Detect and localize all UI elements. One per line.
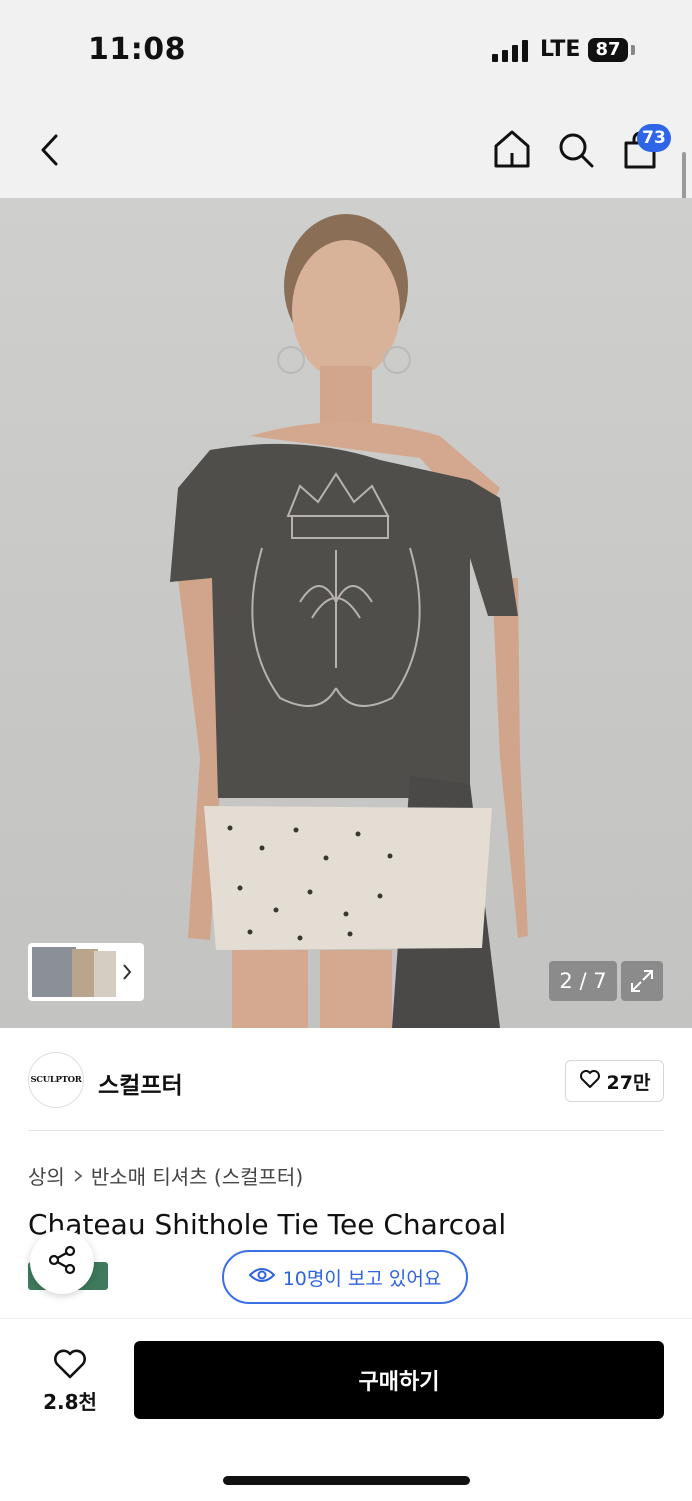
brand-like-count: 27만 <box>606 1071 651 1094</box>
wishlist-heart-icon[interactable] <box>50 1346 90 1382</box>
thumbnail-strip[interactable] <box>28 943 144 1001</box>
image-counter: 2 / 7 <box>549 961 617 1001</box>
battery-tip <box>631 45 635 55</box>
share-button[interactable] <box>30 1230 94 1294</box>
product-image[interactable] <box>0 198 692 1028</box>
viewer-count-pill: 10명이 보고 있어요 <box>222 1250 468 1304</box>
divider <box>28 1130 664 1131</box>
cart-count-badge: 73 <box>637 124 671 152</box>
buy-button[interactable]: 구매하기 <box>134 1341 664 1419</box>
battery-icon: 87 <box>588 38 628 62</box>
share-icon <box>46 1244 78 1280</box>
network-type: LTE <box>540 37 581 62</box>
back-icon[interactable] <box>30 128 70 172</box>
brand-logo[interactable]: SCULPTOR <box>28 1052 84 1108</box>
home-indicator <box>223 1476 470 1485</box>
viewer-count-text: 10명이 보고 있어요 <box>282 1267 442 1290</box>
breadcrumb-item-category[interactable]: 상의 <box>28 1161 65 1190</box>
brand-name[interactable]: 스컬프터 <box>98 1066 183 1100</box>
status-time: 11:08 <box>88 32 186 67</box>
brand-like-button[interactable]: 27만 <box>565 1060 664 1102</box>
wishlist-count: 2.8천 <box>43 1390 97 1414</box>
home-icon[interactable] <box>490 126 534 172</box>
breadcrumb-item-subcategory[interactable]: 반소매 티셔츠 (스컬프터) <box>91 1161 303 1190</box>
eye-icon <box>248 1266 276 1289</box>
breadcrumb: 상의 반소매 티셔츠 (스컬프터) <box>28 1161 303 1190</box>
chevron-right-icon <box>73 1164 83 1188</box>
search-icon[interactable] <box>554 128 598 172</box>
expand-icon[interactable] <box>621 961 663 1001</box>
model-illustration <box>170 214 528 1028</box>
product-title: Chateau Shithole Tie Tee Charcoal <box>28 1208 507 1241</box>
signal-icon <box>492 40 530 62</box>
heart-icon <box>579 1069 601 1094</box>
